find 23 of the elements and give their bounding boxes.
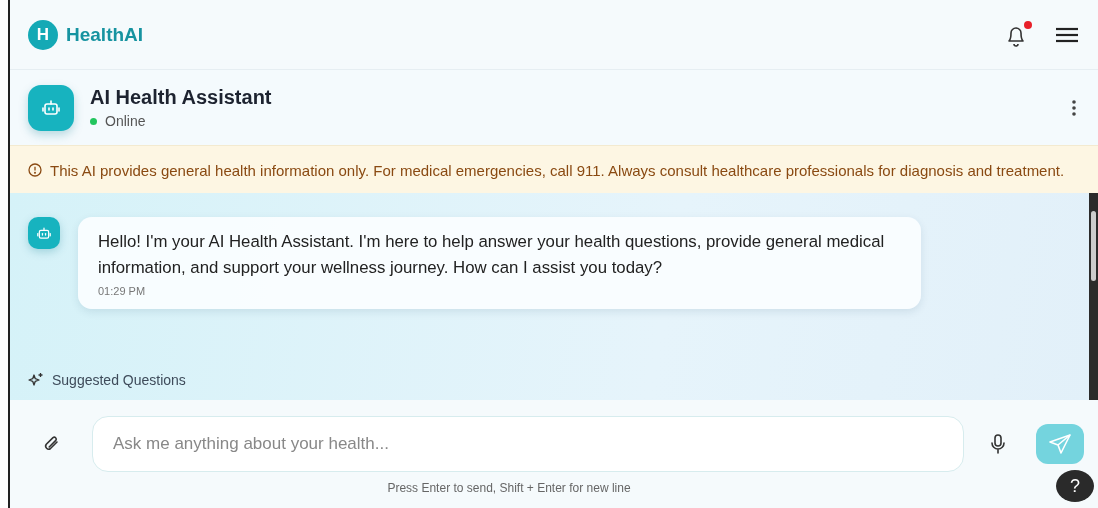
assistant-name: AI Health Assistant — [90, 86, 272, 109]
message-text: Hello! I'm your AI Health Assistant. I'm here to help answer your health questions, provide general medical information, and support your wellness journey. How can I assist you today? — [98, 231, 886, 279]
robot-icon — [37, 226, 51, 240]
menu-icon — [1056, 26, 1078, 43]
more-options-button[interactable] — [1070, 97, 1078, 118]
status-text: Online — [105, 113, 146, 129]
bell-icon — [1006, 25, 1026, 47]
suggested-questions-heading: Suggested Questions — [52, 372, 186, 388]
send-icon — [1049, 434, 1071, 454]
message-time: 01:29 PM — [98, 285, 147, 297]
scrollbar[interactable] — [1089, 193, 1098, 400]
microphone-button[interactable] — [988, 434, 1008, 454]
logo-icon: H — [28, 19, 58, 50]
warning-icon — [28, 163, 42, 177]
sparkle-icon — [28, 372, 44, 388]
input-hint: Press Enter to send, Shift + Enter for new line — [386, 481, 632, 495]
robot-icon — [42, 99, 60, 116]
more-icon — [1072, 99, 1076, 116]
menu-button[interactable] — [1056, 26, 1078, 43]
brand-name: HealthAI — [66, 23, 144, 46]
disclaimer-text: This AI provides general health information only. For medical emergencies, call 911. Always consult healthcare professionals for diagnosis and treatment. — [50, 161, 1065, 181]
message-input[interactable]: Ask me anything about your health... — [92, 416, 964, 472]
microphone-icon — [991, 434, 1005, 454]
